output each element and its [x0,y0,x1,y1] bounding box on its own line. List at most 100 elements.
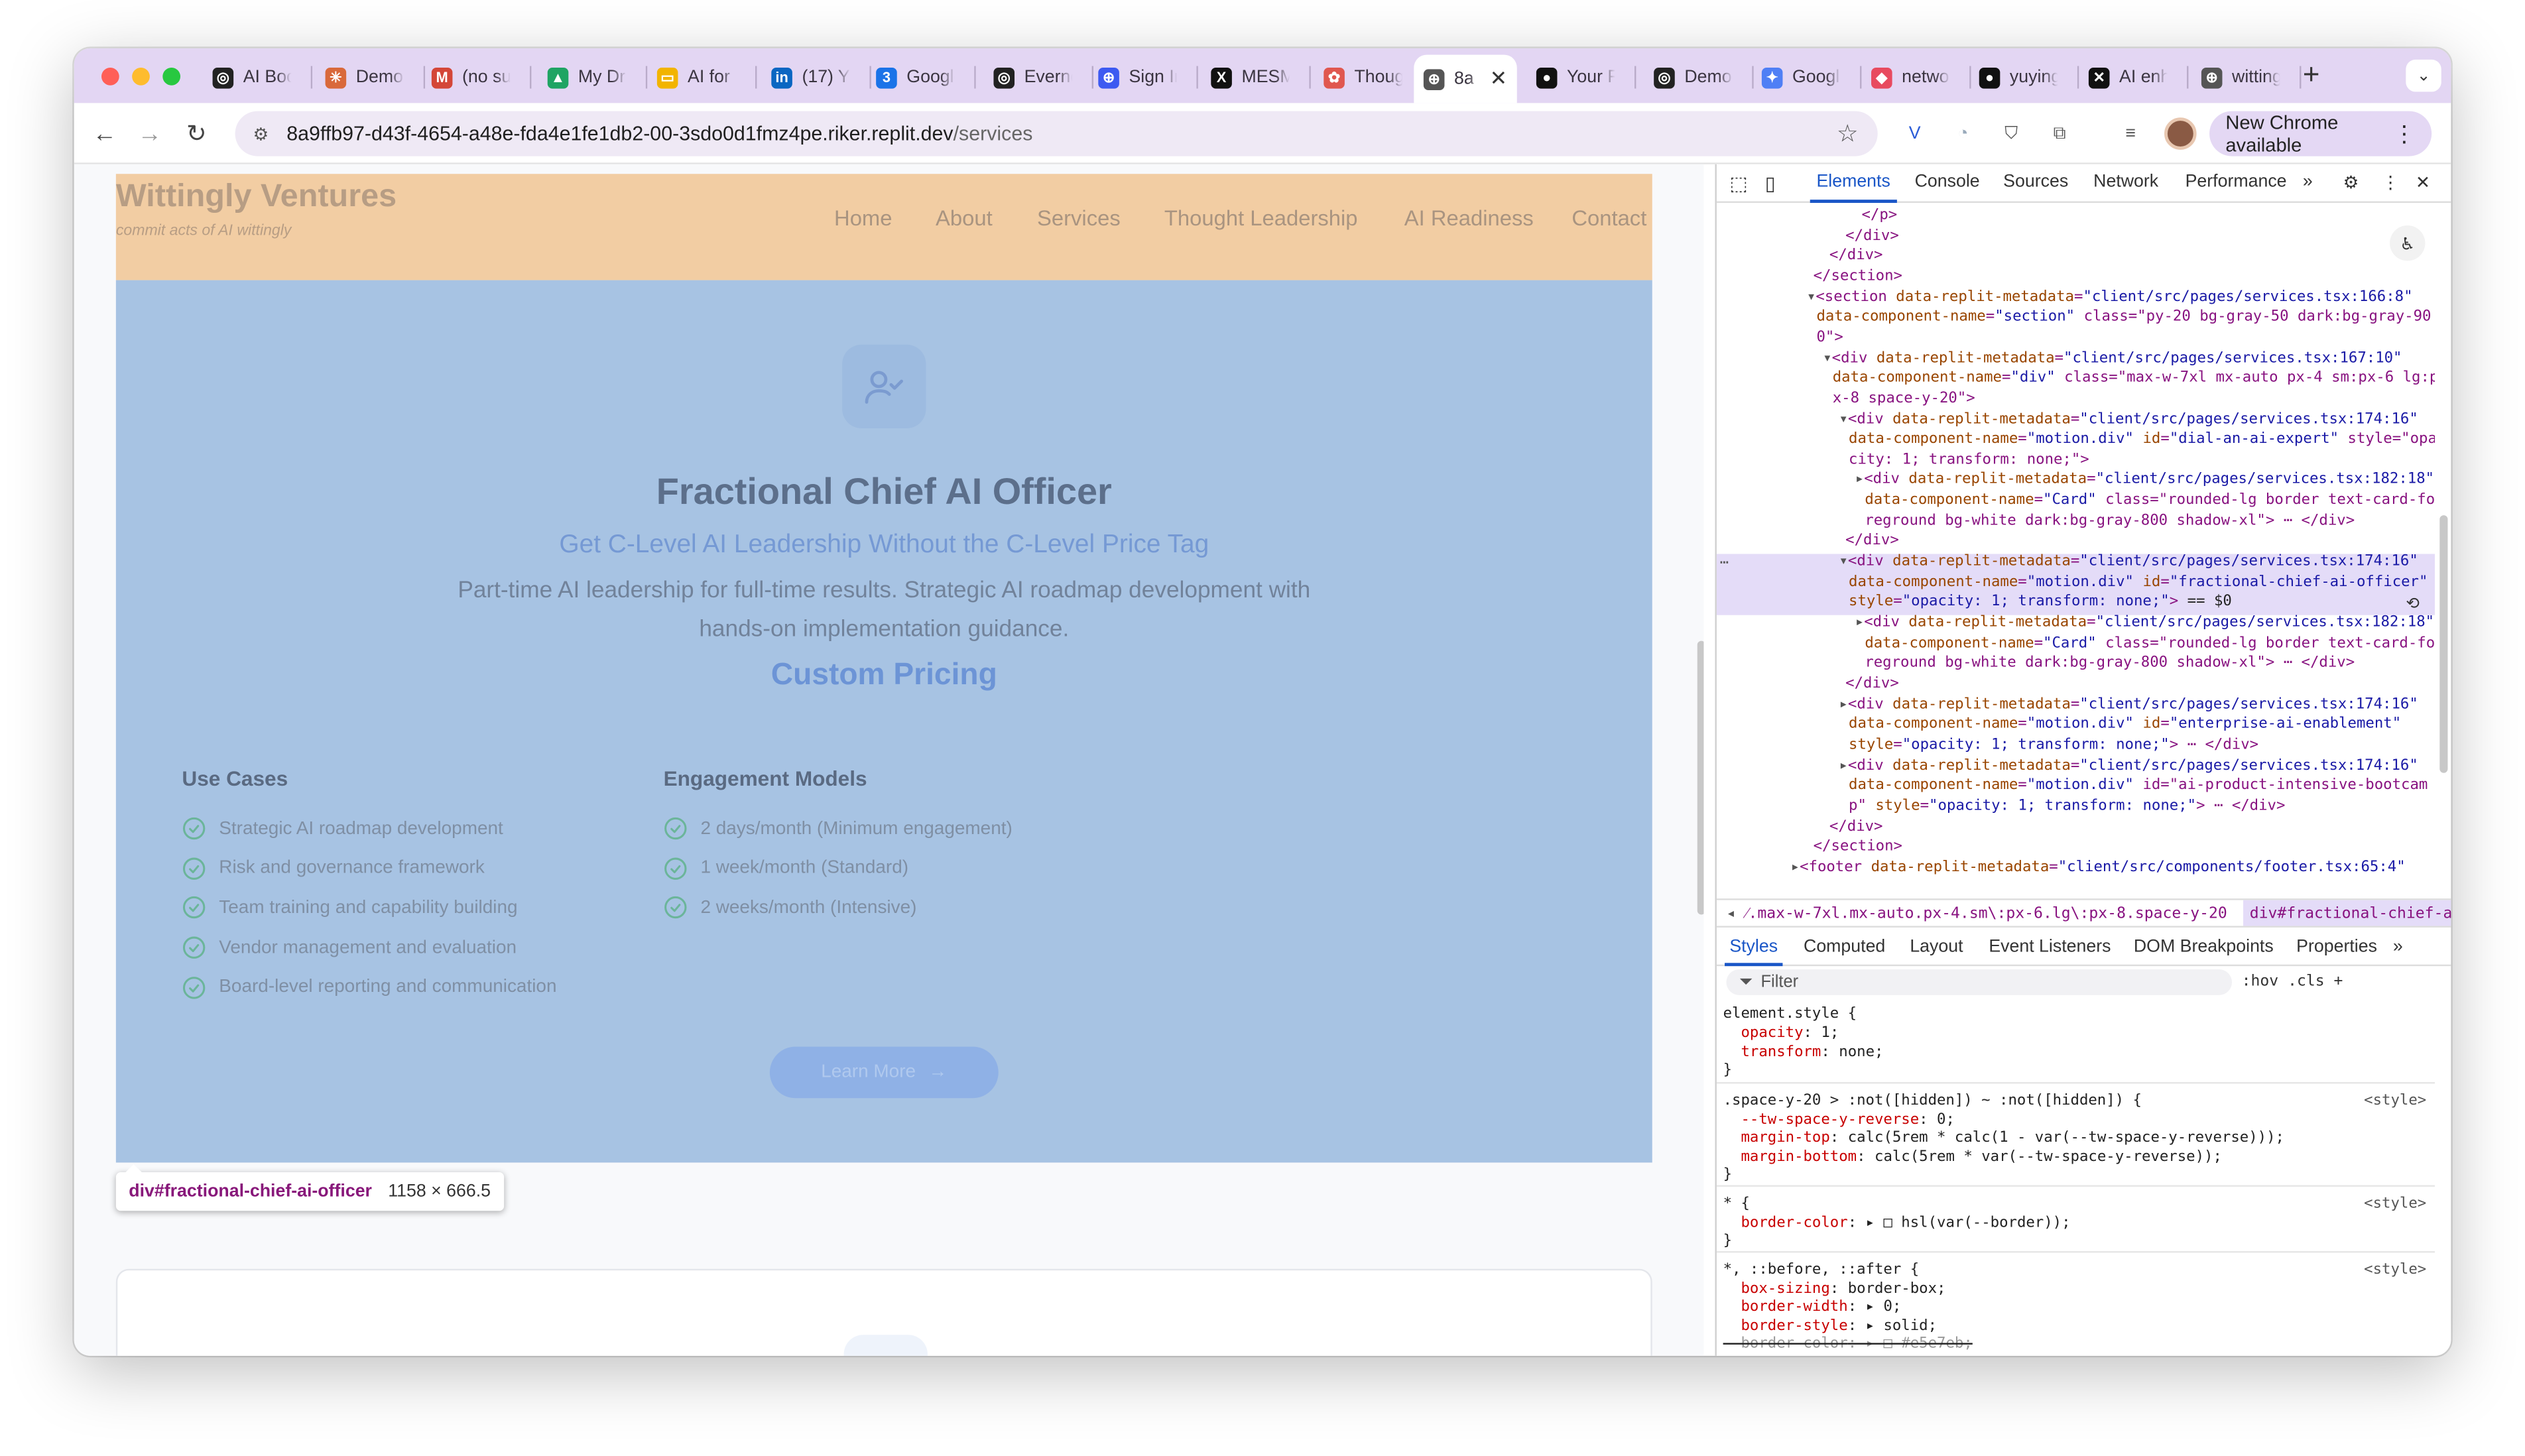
browser-tab[interactable]: ● Your R [1526,58,1636,96]
close-tab-icon[interactable]: ✕ [1490,66,1507,92]
css-line[interactable]: border-style: ▸ solid; [1723,1316,2435,1335]
page-scrollbar[interactable] [1697,640,1704,915]
browser-tab[interactable]: ✕ AI enh [2079,58,2189,96]
close-window-button[interactable] [101,68,119,86]
puzzle-icon[interactable]: ⧉ [2045,119,2074,149]
css-line[interactable]: * {<style> [1723,1195,2435,1213]
nav-link-home[interactable]: Home [834,206,892,230]
tab-elements[interactable]: Elements [1810,172,1897,204]
browser-tab[interactable]: ◎ Everno [984,58,1094,96]
dom-node-line[interactable]: </p> [1861,206,1897,227]
accessibility-icon[interactable]: ♿ [2390,225,2426,261]
profile-avatar[interactable] [2164,117,2197,150]
shield-icon[interactable]: ⛉ [1997,119,2026,149]
tab-event-listeners[interactable]: Event Listeners [1989,937,2111,956]
style-source-link[interactable]: <style> [2364,1092,2426,1111]
dom-node-line[interactable]: reground bg-white dark:bg-gray-800 shado… [1865,654,2355,675]
css-line[interactable]: opacity: 1; [1723,1024,2435,1043]
learn-more-button[interactable]: Learn More → [769,1046,999,1099]
dom-node-line[interactable]: </div> [1845,674,1899,695]
dom-node-line[interactable]: x-8 space-y-20"> [1833,389,1975,410]
browser-tab[interactable]: M (no su [422,58,532,96]
css-line[interactable]: } [1723,1232,2435,1250]
css-line[interactable]: element.style { [1723,1004,2435,1023]
dom-node-line[interactable]: </div> [1845,227,1899,247]
browser-tab[interactable]: ▭ AI for [647,58,757,96]
breadcrumb-current[interactable]: div#fractional-chief-ai-officer [2243,900,2451,926]
new-tab-button[interactable]: + [2303,58,2320,90]
dom-scrollbar[interactable] [2439,515,2448,773]
dom-node-line[interactable]: style="opacity: 1; transform: none;"> ⋯ … [1849,736,2258,757]
dom-node-line[interactable]: </section> [1814,267,1902,288]
browser-tab[interactable]: ⊕ witting [2191,58,2302,96]
tab-dom-breakpoints[interactable]: DOM Breakpoints [2134,937,2274,956]
tab-network[interactable]: Network [2093,172,2158,192]
browser-tab[interactable]: ✳ Demo [316,58,426,96]
dom-node-line[interactable]: </div> [1829,247,1883,267]
site-settings-icon[interactable]: ⚙ [245,117,277,150]
breadcrumb-left-icon[interactable]: ◂ [1726,904,1735,922]
browser-tab[interactable]: ◆ netwo [1861,58,1971,96]
css-line[interactable]: .space-y-20 > :not([hidden]) ~ :not([hid… [1723,1092,2435,1111]
styles-filter-input[interactable]: ⏷ Filter [1726,969,2233,995]
nav-link-contact[interactable]: Contact [1571,206,1646,230]
more-vertical-icon[interactable]: ⋮ [2382,172,2400,193]
browser-tab[interactable]: ⊕ 8a ✕ [1414,54,1517,103]
node-actions-icon[interactable]: ⋯ [1720,554,1729,574]
dom-node-line[interactable]: ▾<div data-replit-metadata="client/src/p… [1839,552,2418,573]
more-tabs-icon[interactable]: » [2393,937,2403,956]
dom-node-line[interactable]: ▸<footer data-replit-metadata="client/sr… [1791,858,2406,879]
extension-v-icon[interactable]: V [1900,119,1930,149]
css-line[interactable]: --tw-space-y-reverse: 0; [1723,1111,2435,1129]
css-line[interactable]: border-color: ▸ □ #e5e7eb; [1723,1335,2435,1353]
dom-node-line[interactable]: data-component-name="Card" class="rounde… [1865,634,2435,654]
browser-tab[interactable]: ◎ AI Boo [203,58,313,96]
browser-tab[interactable]: ◎ Demo [1644,58,1754,96]
tab-layout[interactable]: Layout [1910,937,1963,956]
nav-link-thought-leadership[interactable]: Thought Leadership [1164,206,1358,230]
browser-tab[interactable]: in (17) Yu [762,58,871,96]
browser-tab[interactable]: ✦ Googl [1752,58,1862,96]
site-brand[interactable]: Wittingly Ventures [116,179,397,216]
css-line[interactable]: } [1723,1353,2435,1356]
dom-node-line[interactable]: p" style="opacity: 1; transform: none;">… [1849,797,2285,818]
reading-list-icon[interactable]: ≡ [2116,119,2145,149]
inspect-element-icon[interactable]: ⬚ [1729,172,1748,195]
breadcrumb-item[interactable]: ⁄.max-w-7xl.mx-auto.px-4.sm\:px-6.lg\:px… [1746,904,2227,922]
more-tabs-icon[interactable]: » [2303,172,2313,192]
minimize-window-button[interactable] [132,68,150,86]
tab-properties[interactable]: Properties [2296,937,2377,956]
update-chrome-button[interactable]: New Chrome available ⋮ [2209,111,2432,156]
dom-node-line[interactable]: data-component-name="Card" class="rounde… [1865,491,2435,512]
browser-tab[interactable]: ✿ Thoug [1314,58,1424,96]
close-icon[interactable]: ✕ [2416,172,2430,193]
back-button[interactable]: ← [89,117,121,150]
styles-toolbar[interactable]: :hov .cls + [2242,973,2343,991]
css-line[interactable]: border-width: ▸ 0; [1723,1298,2435,1316]
forward-button[interactable]: → [134,117,166,150]
browser-tab[interactable]: ● yuying [1969,58,2079,96]
dom-node-line[interactable]: data-component-name="motion.div" id="ai-… [1849,776,2428,797]
css-line[interactable]: box-sizing: border-box; [1723,1280,2435,1298]
css-line[interactable]: transform: none; [1723,1043,2435,1062]
dom-node-line[interactable]: reground bg-white dark:bg-gray-800 shado… [1865,512,2355,532]
dom-node-line[interactable]: data-component-name="motion.div" id="dia… [1849,430,2435,451]
dom-node-line[interactable]: </section> [1814,837,1902,858]
css-line[interactable]: margin-top: calc(5rem * calc(1 - var(--t… [1723,1128,2435,1147]
style-source-link[interactable]: <style> [2364,1261,2426,1280]
dom-node-line[interactable]: </div> [1845,532,1899,552]
tab-search-button[interactable]: ⌄ [2406,59,2441,92]
dom-node-line[interactable]: data-component-name="motion.div" id="ent… [1849,715,2401,736]
gear-icon[interactable]: ⚙ [2343,172,2359,193]
bookmark-star-icon[interactable]: ☆ [1837,119,1859,148]
tab-sources[interactable]: Sources [2003,172,2068,192]
browser-tab[interactable]: ⊕ Sign In [1089,58,1198,96]
browser-tab[interactable]: ▲ My Dri [538,58,648,96]
nav-link-about[interactable]: About [936,206,993,230]
tab-performance[interactable]: Performance [2186,172,2287,192]
dom-node-line[interactable]: data-component-name="section" class="py-… [1816,308,2431,328]
dom-node-line[interactable]: ▸<div data-replit-metadata="client/src/p… [1839,695,2418,715]
tab-console[interactable]: Console [1915,172,1980,192]
dom-node-line[interactable]: 0"> [1816,328,1843,349]
style-source-link[interactable]: <style> [2364,1195,2426,1213]
